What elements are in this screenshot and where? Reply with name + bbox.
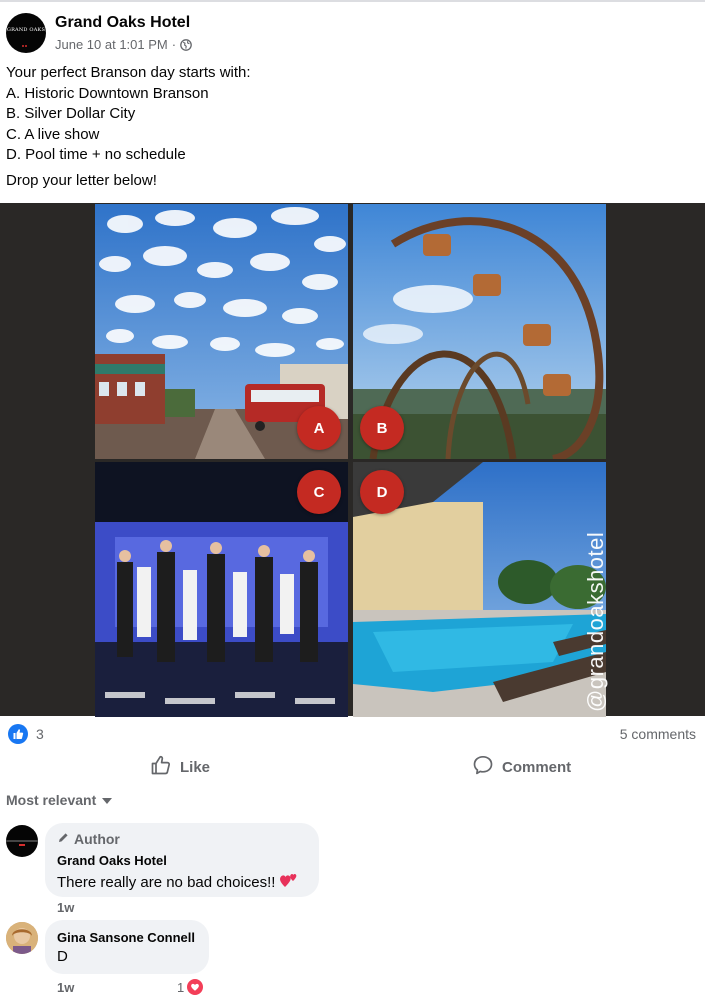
post-message: Your perfect Branson day starts with: A.…: [6, 63, 251, 166]
comment-avatar[interactable]: [6, 825, 38, 857]
post-timestamp: June 10 at 1:01 PM ·: [55, 37, 192, 52]
comment-author-name[interactable]: Gina Sansone Connell: [57, 930, 195, 945]
like-icon: [8, 724, 28, 744]
comment-button[interactable]: Comment: [472, 754, 571, 780]
option-badge-c: C: [297, 470, 341, 514]
chevron-down-icon: [102, 798, 113, 804]
page-avatar[interactable]: GRAND OAKS: [6, 13, 46, 53]
avatar-logo-text: GRAND OAKS: [6, 27, 46, 33]
post-time-text[interactable]: June 10 at 1:01 PM: [55, 37, 168, 52]
comment-timestamp[interactable]: 1w: [57, 900, 74, 915]
image-watermark: @grandoakshotel: [583, 531, 608, 712]
comment-author-name[interactable]: Grand Oaks Hotel: [57, 853, 167, 868]
comment-label: Comment: [502, 758, 572, 776]
two-hearts-icon: [279, 871, 299, 893]
comment-text: D: [57, 948, 68, 965]
post-line: Your perfect Branson day starts with:: [6, 64, 251, 81]
avatar-logo-dots: [22, 34, 30, 47]
post-line: A. Historic Downtown Branson: [6, 84, 209, 102]
heart-icon: [186, 978, 205, 996]
reaction-count: 3: [36, 726, 44, 742]
comment-sort-dropdown[interactable]: Most relevant: [6, 792, 113, 808]
option-badge-a: A: [297, 406, 341, 450]
post-line: D. Pool time + no schedule: [6, 146, 186, 163]
comment-icon: [472, 754, 494, 780]
comment-body: There really are no bad choices!!: [57, 873, 276, 891]
post-line: C. A live show: [6, 125, 100, 143]
sort-label: Most relevant: [6, 792, 97, 808]
post-call-to-action: Drop your letter below!: [6, 172, 157, 189]
thumbs-up-icon: [150, 754, 172, 780]
comment-avatar[interactable]: [6, 922, 38, 954]
option-badge-d: D: [360, 470, 404, 514]
comment-bubble: [45, 920, 209, 974]
author-badge: Author: [57, 831, 120, 847]
globe-icon: [180, 38, 192, 51]
time-separator: ·: [171, 37, 177, 52]
comment-body: D: [57, 948, 68, 965]
pencil-icon: [57, 831, 70, 847]
post-line: B. Silver Dollar City: [6, 105, 136, 122]
comments-count-link[interactable]: 5 comments: [620, 726, 696, 742]
like-label: Like: [180, 758, 211, 776]
comment-reaction-summary[interactable]: 1: [177, 978, 205, 996]
author-badge-label: Author: [74, 831, 120, 847]
comment-timestamp[interactable]: 1w: [57, 980, 74, 995]
comment-reaction-count: 1: [177, 979, 185, 995]
top-divider: [0, 0, 705, 2]
page-name[interactable]: Grand Oaks Hotel: [55, 14, 190, 32]
comment-text: There really are no bad choices!!: [57, 871, 299, 893]
like-button[interactable]: Like: [150, 754, 210, 780]
option-badge-b: B: [360, 406, 404, 450]
reaction-summary[interactable]: 3: [8, 724, 44, 744]
